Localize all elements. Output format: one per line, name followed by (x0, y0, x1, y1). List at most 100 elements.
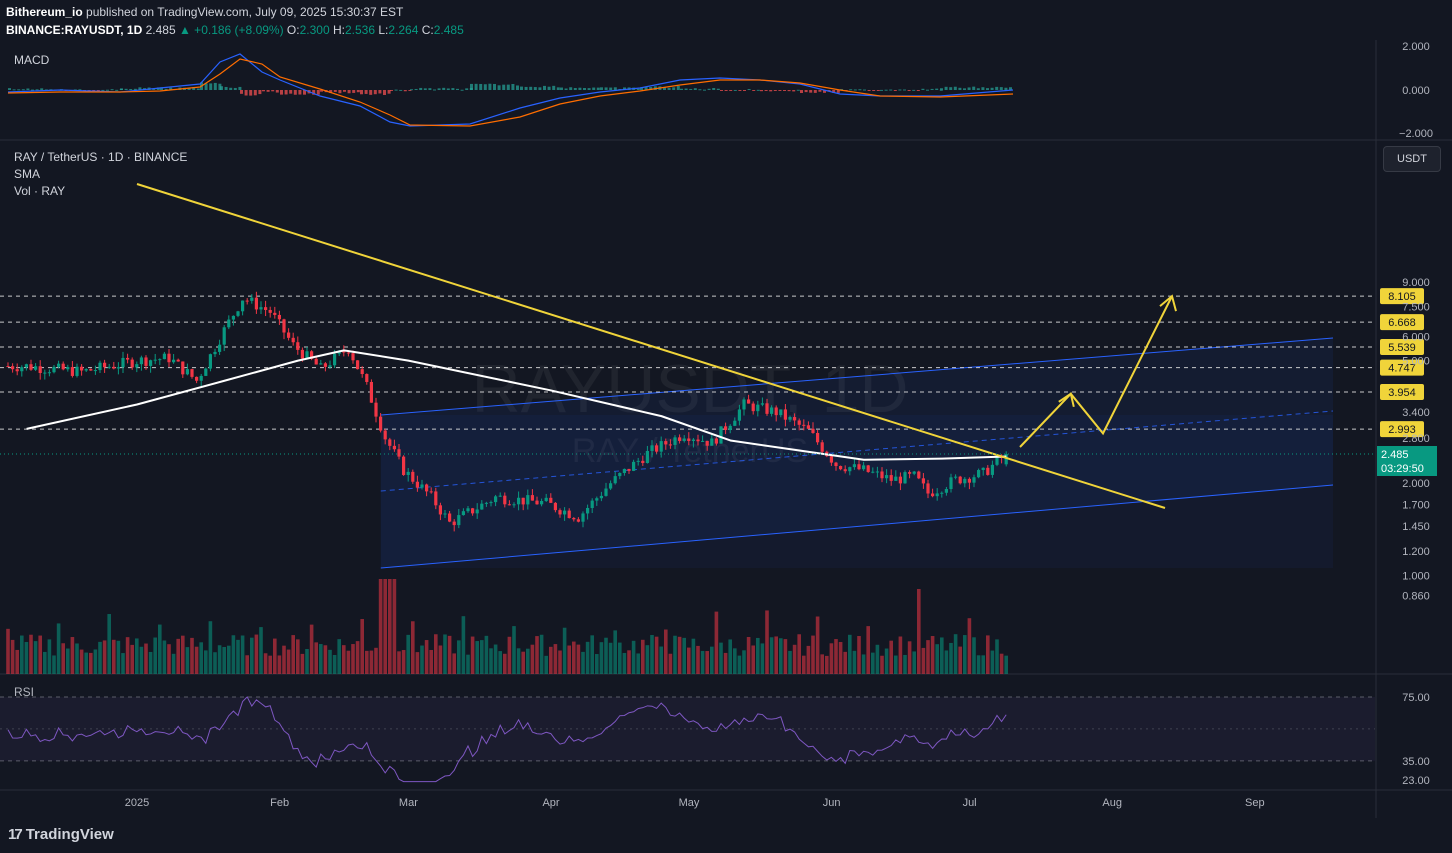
last-price-text: 2.485 (145, 23, 176, 37)
volume-bar (641, 639, 645, 674)
candle-body (139, 357, 143, 365)
candle-body (595, 498, 599, 501)
volume-bar (493, 644, 498, 674)
candle-body (176, 359, 180, 362)
candle-body (889, 475, 893, 481)
macd-histogram-bar (703, 89, 706, 91)
currency-button[interactable]: USDT (1383, 146, 1441, 172)
macd-histogram-bar (383, 90, 386, 95)
macd-histogram-bar (921, 88, 925, 90)
candle-body (917, 471, 921, 479)
candle-body (379, 416, 383, 431)
macd-histogram-bar (976, 88, 980, 90)
volume-bar (6, 628, 10, 674)
time-axis-tick: 2025 (125, 797, 149, 809)
candle-body (553, 502, 557, 511)
macd-histogram-bar (456, 88, 459, 90)
candle-body (190, 369, 194, 377)
volume-bar (286, 649, 291, 674)
candle-body (820, 442, 824, 452)
macd-histogram-bar (778, 90, 782, 91)
macd-histogram-bar (249, 90, 253, 96)
candle-body (126, 357, 130, 360)
macd-histogram-bar (592, 87, 596, 90)
candle-body (471, 508, 475, 514)
candle-body (544, 497, 548, 502)
macd-histogram-bar (229, 87, 233, 90)
volume-bar (691, 638, 696, 674)
candle-body (167, 353, 171, 363)
volume-bar (461, 616, 466, 674)
candle-body (144, 357, 148, 366)
volume-legend[interactable]: Vol · RAY (14, 184, 65, 198)
macd-histogram-bar (986, 88, 989, 90)
price-pane-title[interactable]: RAY / TetherUS · 1D · BINANCE (14, 150, 187, 164)
macd-histogram-bar (124, 88, 128, 90)
candle-body (963, 478, 967, 484)
volume-bar (259, 627, 263, 674)
volume-bar (503, 653, 507, 674)
volume-bar (650, 635, 654, 674)
candle-body (894, 476, 898, 481)
volume-bar (314, 642, 318, 674)
candle-body (590, 500, 594, 509)
volume-bar (756, 637, 760, 674)
volume-bar (392, 579, 397, 674)
volume-bar (788, 650, 792, 674)
candle-body (346, 352, 350, 354)
macd-histogram-bar (716, 88, 720, 90)
volume-bar (20, 635, 24, 674)
macd-histogram-bar (912, 89, 916, 91)
candle-body (121, 357, 125, 368)
candle-body (737, 409, 741, 421)
chart-canvas[interactable]: RAYUSDT, 1DRAY / TetherUS8.1056.6685.539… (0, 0, 1452, 818)
candle-body (783, 409, 787, 420)
volume-bar (89, 652, 93, 674)
macd-pane-title[interactable]: MACD (14, 53, 49, 67)
price-axis-tick: 1.000 (1402, 571, 1430, 583)
macd-histogram-bar (698, 89, 702, 91)
volume-bar (135, 638, 139, 674)
candle-body (498, 495, 502, 497)
candle-body (622, 468, 626, 473)
candle-body (576, 519, 580, 522)
macd-axis-tick: 2.000 (1402, 41, 1430, 53)
candle-body (797, 420, 801, 425)
tradingview-logo[interactable]: 17 TradingView (8, 826, 114, 843)
macd-histogram-bar (338, 90, 342, 94)
rsi-pane-title[interactable]: RSI (14, 685, 34, 699)
volume-bar (383, 579, 387, 674)
volume-bar (484, 635, 489, 674)
macd-histogram-bar (720, 90, 723, 91)
volume-bar (815, 616, 820, 674)
volume-bar (498, 651, 502, 674)
macd-histogram-bar (747, 89, 751, 91)
candle-body (636, 460, 640, 462)
candle-body (153, 359, 157, 361)
time-axis-tick: Aug (1102, 797, 1122, 809)
volume-bar (595, 654, 599, 674)
volume-bar (746, 636, 751, 674)
macd-histogram-bar (506, 84, 510, 90)
volume-bar (526, 648, 530, 674)
candle-body (231, 315, 235, 320)
sma-legend[interactable]: SMA (14, 167, 40, 181)
macd-histogram-bar (967, 87, 971, 90)
volume-bar (576, 644, 581, 674)
macd-histogram-bar (689, 88, 693, 90)
publisher-name[interactable]: Bithereum_io (6, 5, 83, 19)
candle-body (940, 492, 944, 494)
macd-histogram-bar (796, 89, 800, 91)
candle-body (218, 344, 222, 352)
volume-bar (705, 651, 709, 674)
macd-histogram-bar (433, 89, 436, 91)
rsi-axis-tick: 23.00 (1402, 775, 1430, 787)
macd-histogram-bar (120, 88, 123, 90)
macd-histogram-bar (220, 86, 223, 90)
volume-bar (917, 589, 921, 674)
candle-body (57, 363, 61, 367)
candle-body (287, 332, 291, 338)
volume-bar (930, 636, 935, 674)
volume-bar (148, 651, 153, 674)
macd-histogram-bar (712, 88, 716, 90)
